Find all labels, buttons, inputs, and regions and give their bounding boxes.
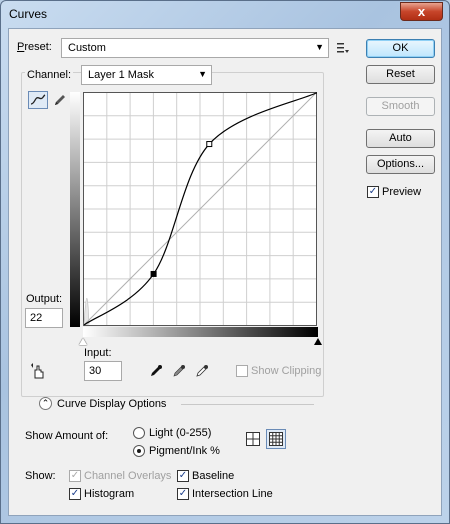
curves-dialog-window: Curves x Preset: Custom ▼ OK Reset Smoot… (0, 0, 450, 524)
title-bar[interactable]: Curves x (1, 1, 449, 27)
curve-display-options-label: Curve Display Options (57, 398, 167, 410)
input-field[interactable]: 30 (84, 361, 122, 381)
channel-dropdown[interactable]: Layer 1 Mask ▼ (81, 65, 212, 85)
preset-label: Preset: (17, 41, 52, 53)
output-gradient-bar (70, 92, 80, 327)
light-label: Light (0-255) (149, 427, 212, 439)
preset-dropdown[interactable]: Custom ▼ (61, 38, 329, 58)
show-clipping-checkbox[interactable] (236, 365, 248, 377)
show-amount-label: Show Amount of: (25, 430, 109, 442)
output-field[interactable]: 22 (25, 308, 63, 328)
pigment-radio[interactable] (133, 445, 145, 457)
smooth-button[interactable]: Smooth (366, 97, 435, 116)
curve-tool-icon[interactable] (28, 91, 48, 109)
light-radio[interactable] (133, 427, 145, 439)
show-clipping-label: Show Clipping (251, 365, 322, 377)
baseline-checkbox[interactable]: ✓ (177, 470, 189, 482)
chevron-down-icon: ▼ (315, 42, 324, 52)
close-button[interactable]: x (400, 2, 443, 21)
black-eyedropper-icon[interactable] (149, 364, 163, 378)
auto-button[interactable]: Auto (366, 129, 435, 148)
channel-overlays-label: Channel Overlays (84, 470, 172, 482)
histogram-label: Histogram (84, 488, 135, 500)
gray-eyedropper-icon[interactable] (172, 364, 186, 378)
channel-overlays-checkbox[interactable]: ✓ (69, 470, 81, 482)
preview-checkbox[interactable]: ✓ (367, 186, 379, 198)
preset-value: Custom (68, 42, 106, 54)
histogram-checkbox[interactable]: ✓ (69, 488, 81, 500)
ok-button[interactable]: OK (366, 39, 435, 58)
baseline-label: Baseline (192, 470, 235, 482)
input-label: Input: (84, 347, 112, 359)
preset-options-icon[interactable] (336, 41, 350, 55)
options-button[interactable]: Options... (366, 155, 435, 174)
pencil-tool-icon[interactable] (52, 92, 68, 108)
simple-grid-icon[interactable] (245, 431, 261, 447)
channel-label: Channel: (25, 69, 74, 81)
input-gradient-bar (83, 327, 318, 337)
chevron-down-icon: ▼ (198, 69, 207, 79)
show-label: Show: (25, 470, 56, 482)
pigment-label: Pigment/Ink % (149, 445, 220, 457)
curve-control-point[interactable] (150, 270, 157, 277)
collapse-toggle-icon[interactable]: ⌃ (39, 397, 52, 410)
curve-graph[interactable] (83, 92, 318, 327)
curve-control-point[interactable] (206, 141, 213, 148)
dialog-body: Preset: Custom ▼ OK Reset Smooth Auto Op… (8, 28, 442, 516)
intersection-line-label: Intersection Line (192, 488, 273, 500)
output-label: Output: (26, 293, 63, 305)
section-divider (181, 404, 314, 405)
detailed-grid-icon[interactable] (266, 429, 286, 449)
window-title: Curves (9, 7, 48, 21)
target-adjustment-hand-icon[interactable] (29, 362, 47, 380)
reset-button[interactable]: Reset (366, 65, 435, 84)
preview-label: Preview (382, 186, 422, 198)
channel-value: Layer 1 Mask (88, 69, 155, 81)
white-eyedropper-icon[interactable] (195, 364, 209, 378)
black-point-slider[interactable] (314, 338, 322, 345)
white-point-slider[interactable] (79, 338, 87, 345)
intersection-line-checkbox[interactable]: ✓ (177, 488, 189, 500)
